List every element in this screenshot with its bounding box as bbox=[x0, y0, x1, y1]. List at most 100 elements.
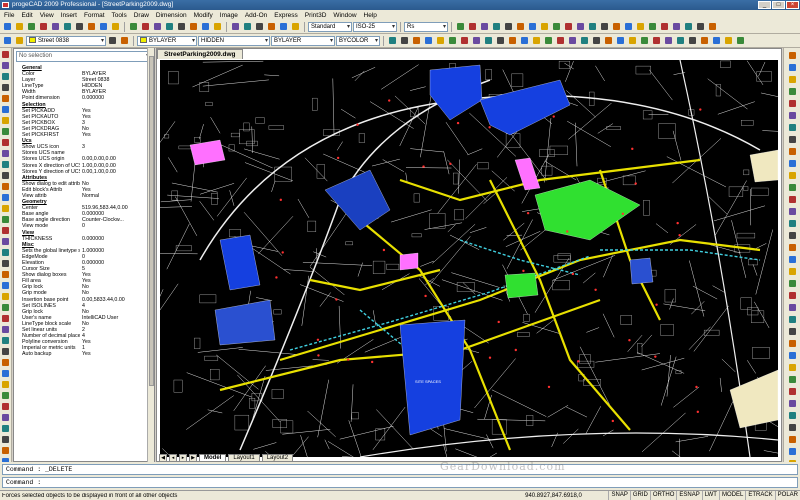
status-ortho[interactable]: ORTHO bbox=[649, 491, 677, 500]
menu-window[interactable]: Window bbox=[333, 12, 356, 19]
tb1-copy-icon[interactable] bbox=[503, 21, 514, 32]
tb2-zoom-window-icon[interactable] bbox=[687, 35, 698, 46]
draw-properties-icon[interactable] bbox=[1, 380, 11, 389]
modify-new-icon[interactable] bbox=[786, 182, 798, 192]
draw-copy-icon[interactable] bbox=[1, 281, 11, 290]
tb1-paste-icon[interactable] bbox=[86, 21, 97, 32]
tb2-cut-icon[interactable] bbox=[603, 35, 614, 46]
tb1-pan-icon[interactable] bbox=[551, 21, 562, 32]
modify-redraw-icon[interactable] bbox=[786, 134, 798, 144]
tb2-redraw-icon[interactable] bbox=[495, 35, 506, 46]
modify-print-icon[interactable] bbox=[786, 434, 798, 444]
menu-draw[interactable]: Draw bbox=[134, 12, 149, 19]
modify-paste-icon[interactable] bbox=[786, 50, 798, 60]
modify-preview-icon[interactable] bbox=[786, 230, 798, 240]
tb1-print-icon[interactable] bbox=[467, 21, 478, 32]
menu-insert[interactable]: Insert bbox=[61, 12, 77, 19]
draw-print-icon[interactable] bbox=[1, 248, 11, 257]
draw-pan-icon[interactable] bbox=[1, 325, 11, 334]
tb1-redraw-icon[interactable] bbox=[599, 21, 610, 32]
properties-scrollbar[interactable] bbox=[147, 48, 154, 462]
modify-pan-icon[interactable] bbox=[786, 86, 798, 96]
property-value[interactable]: Yes bbox=[80, 351, 153, 357]
tb2-redo-icon[interactable] bbox=[651, 35, 662, 46]
draw-paste-icon[interactable] bbox=[1, 292, 11, 301]
draw-print-icon[interactable] bbox=[1, 50, 11, 59]
draw-redo-icon[interactable] bbox=[1, 314, 11, 323]
scale-dropdown[interactable]: Rs bbox=[404, 21, 448, 32]
tb1-new-icon[interactable] bbox=[2, 21, 13, 32]
tab-model[interactable]: Model bbox=[199, 453, 227, 462]
modify-redraw-icon[interactable] bbox=[786, 350, 798, 360]
tb1-copy-icon[interactable] bbox=[74, 21, 85, 32]
tb1-properties-icon[interactable] bbox=[188, 21, 199, 32]
draw-redraw-icon[interactable] bbox=[1, 369, 11, 378]
status-polar[interactable]: POLAR bbox=[774, 491, 800, 500]
tb2-redraw-icon[interactable] bbox=[711, 35, 722, 46]
menu-image[interactable]: Image bbox=[220, 12, 238, 19]
close-button[interactable]: × bbox=[786, 1, 799, 9]
tb1-print-icon[interactable] bbox=[683, 21, 694, 32]
tb1-redraw-icon[interactable] bbox=[176, 21, 187, 32]
modify-properties-icon[interactable] bbox=[786, 146, 798, 156]
menu-tools[interactable]: Tools bbox=[112, 12, 127, 19]
color-dropdown[interactable]: BYLAYER bbox=[137, 35, 197, 46]
draw-properties-icon[interactable] bbox=[1, 182, 11, 191]
tb2-open-icon[interactable] bbox=[555, 35, 566, 46]
draw-save-icon[interactable] bbox=[1, 435, 11, 444]
tb2-new-icon[interactable] bbox=[543, 35, 554, 46]
modify-paste-icon[interactable] bbox=[786, 266, 798, 276]
tb1-redo-icon[interactable] bbox=[110, 21, 121, 32]
menu-view[interactable]: View bbox=[40, 12, 54, 19]
modify-zoom-extents-icon[interactable] bbox=[786, 338, 798, 348]
status-model[interactable]: MODEL bbox=[718, 491, 745, 500]
tb2-zoom-icon[interactable] bbox=[459, 35, 470, 46]
draw-layers-icon[interactable] bbox=[1, 391, 11, 400]
tb2-paste-icon[interactable] bbox=[627, 35, 638, 46]
draw-print-icon[interactable] bbox=[1, 446, 11, 455]
draw-new-icon[interactable] bbox=[1, 215, 11, 224]
tb1-redo-icon[interactable] bbox=[539, 21, 550, 32]
tb1-open-icon[interactable] bbox=[659, 21, 670, 32]
tb1-preview-icon[interactable] bbox=[695, 21, 706, 32]
tb1-undo-icon[interactable] bbox=[98, 21, 109, 32]
tb2-properties-icon[interactable] bbox=[723, 35, 734, 46]
draw-zoom-icon[interactable] bbox=[1, 138, 11, 147]
drawing-canvas[interactable]: SITE SPACES bbox=[160, 60, 778, 457]
modify-print-icon[interactable] bbox=[786, 218, 798, 228]
command-input[interactable]: Command : bbox=[2, 477, 798, 488]
status-etrack[interactable]: ETRACK bbox=[745, 491, 774, 500]
modify-properties-icon[interactable] bbox=[786, 362, 798, 372]
tb1-help-icon[interactable] bbox=[212, 21, 223, 32]
tb2-undo-icon[interactable] bbox=[639, 35, 650, 46]
modify-preview-icon[interactable] bbox=[786, 446, 798, 456]
menu-format[interactable]: Format bbox=[84, 12, 105, 19]
menu-add-on[interactable]: Add-On bbox=[245, 12, 267, 19]
tb2-help-icon[interactable] bbox=[14, 35, 25, 46]
tb1-cut-icon[interactable] bbox=[242, 21, 253, 32]
tb2-properties-icon[interactable] bbox=[507, 35, 518, 46]
tb1-properties-icon[interactable] bbox=[611, 21, 622, 32]
draw-zoom-extents-icon[interactable] bbox=[1, 160, 11, 169]
menu-express[interactable]: Express bbox=[274, 12, 297, 19]
modify-zoom-icon[interactable] bbox=[786, 314, 798, 324]
modify-pan-icon[interactable] bbox=[786, 302, 798, 312]
menu-dimension[interactable]: Dimension bbox=[156, 12, 187, 19]
scrollbar-thumb[interactable] bbox=[149, 56, 154, 386]
draw-cut-icon[interactable] bbox=[1, 270, 11, 279]
status-esnap[interactable]: ESNAP bbox=[676, 491, 701, 500]
draw-help-icon[interactable] bbox=[1, 204, 11, 213]
tb2-zoom-window-icon[interactable] bbox=[471, 35, 482, 46]
modify-help-icon[interactable] bbox=[786, 386, 798, 396]
tb2-copy-icon[interactable] bbox=[615, 35, 626, 46]
last-tab-icon[interactable]: ▶ bbox=[189, 453, 197, 462]
modify-open-icon[interactable] bbox=[786, 194, 798, 204]
menu-edit[interactable]: Edit bbox=[21, 12, 32, 19]
draw-preview-icon[interactable] bbox=[1, 259, 11, 268]
tb1-help-icon[interactable] bbox=[635, 21, 646, 32]
tb1-zoom-icon[interactable] bbox=[563, 21, 574, 32]
modify-new-icon[interactable] bbox=[786, 398, 798, 408]
tb1-paste-icon[interactable] bbox=[266, 21, 277, 32]
draw-cut-icon[interactable] bbox=[1, 72, 11, 81]
tb1-cut-icon[interactable] bbox=[62, 21, 73, 32]
